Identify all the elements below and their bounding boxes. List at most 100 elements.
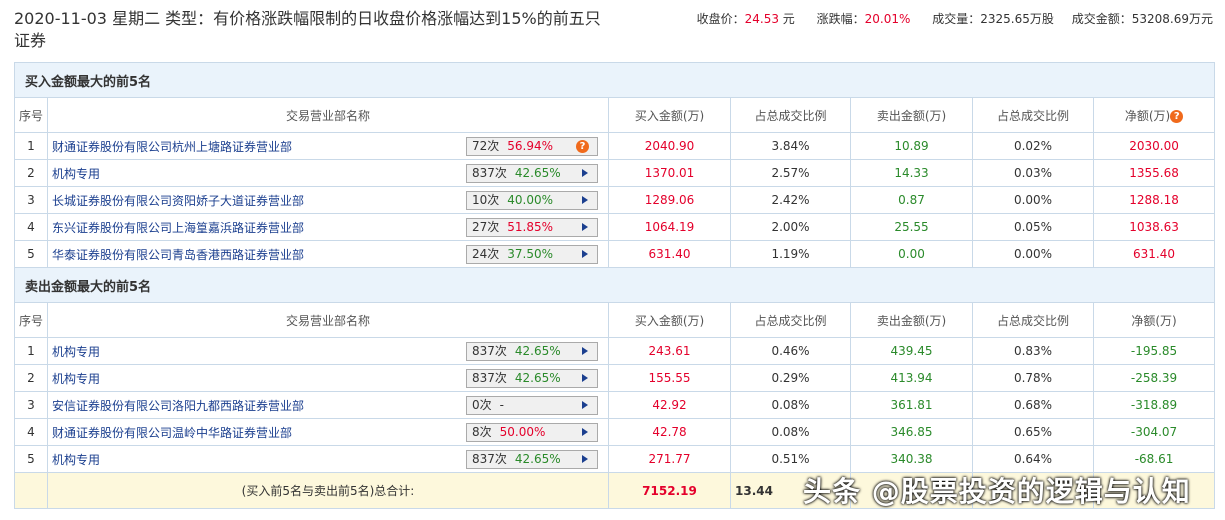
win-rate: 37.50% [507,247,554,261]
net-amount: -68.61 [1092,445,1216,473]
sell-ratio: 0.00% [972,240,1094,268]
column-header: 占总成交比例 [730,302,851,338]
times: 837次 [472,371,507,385]
rank: 5 [14,240,48,268]
sell-ratio: 0.64% [972,445,1094,473]
arrow-right-icon[interactable] [582,223,588,231]
times: 837次 [472,344,507,358]
column-header: 占总成交比例 [972,97,1094,133]
buy-amount: 42.92 [608,391,731,419]
win-rate: 40.00% [507,193,554,207]
amount-value: 53208.69万元 [1131,12,1213,26]
rank: 2 [14,364,48,392]
change-label: 涨跌幅： [816,12,865,26]
arrow-right-icon[interactable] [582,428,588,436]
buy-amount: 1289.06 [608,186,731,214]
buy-ratio: 2.00% [730,213,851,241]
column-header: 净额(万) [1092,302,1216,338]
column-header: 交易营业部名称 [47,97,609,133]
help-icon[interactable]: ? [1170,109,1184,123]
buy-amount: 631.40 [608,240,731,268]
section-header-buy: 买入金额最大的前5名 [13,62,1216,98]
broker-stats-button[interactable]: 27次 51.85% [466,218,598,237]
win-rate: 42.65% [514,166,561,180]
net-amount: -304.07 [1092,418,1216,446]
broker-link[interactable]: 东兴证券股份有限公司上海篁嘉浜路证券营业部 [52,221,304,235]
column-header: 占总成交比例 [972,302,1094,338]
broker-link[interactable]: 财通证券股份有限公司温岭中华路证券营业部 [52,426,292,440]
rank: 3 [14,186,48,214]
watermark: 头条 @股票投资的逻辑与认知 [803,475,1191,508]
sell-ratio: 0.00% [972,186,1094,214]
sell-amount: 0.87 [850,186,973,214]
section-header-sell: 卖出金额最大的前5名 [13,267,1216,303]
column-header-row: 序号 交易营业部名称 买入金额(万) 占总成交比例 卖出金额(万) 占总成交比例 净额(万) [14,302,1216,338]
net-amount: -195.85 [1092,337,1216,365]
sell-amount: 439.45 [850,337,973,365]
change-value: 20.01% [864,12,911,26]
column-header: 买入金额(万) [608,302,731,338]
arrow-right-icon[interactable] [582,196,588,204]
column-header: 卖出金额(万) [850,97,973,133]
buy-amount: 155.55 [608,364,731,392]
sell-amount: 413.94 [850,364,973,392]
broker-link[interactable]: 机构专用 [52,167,100,181]
broker-stats-button[interactable]: 837次 42.65% [466,342,598,361]
broker-link[interactable]: 安信证券股份有限公司洛阳九都西路证券营业部 [52,399,304,413]
close-label: 收盘价： [696,12,745,26]
rank: 4 [14,213,48,241]
volume-value: 2325.65万股 [980,12,1054,26]
times: 27次 [472,220,500,234]
total-buy: 7152.19 [608,472,731,509]
times: 837次 [472,452,507,466]
arrow-right-icon[interactable] [582,250,588,258]
broker-link[interactable]: 华泰证券股份有限公司青岛香港西路证券营业部 [52,248,304,262]
buy-ratio: 0.46% [730,337,851,365]
broker-stats-button[interactable]: 24次 37.50% [466,245,598,264]
broker-stats-button[interactable]: 837次 42.65% [466,450,598,469]
buy-amount: 2040.90 [608,132,731,160]
broker-link[interactable]: 财通证券股份有限公司杭州上塘路证券营业部 [52,140,292,154]
net-amount: 2030.00 [1092,132,1216,160]
buy-ratio: 0.51% [730,445,851,473]
broker-link[interactable]: 长城证券股份有限公司资阳娇子大道证券营业部 [52,194,304,208]
arrow-right-icon[interactable] [582,169,588,177]
broker-stats-button[interactable]: 837次 42.65% [466,369,598,388]
stock-stats: 收盘价：24.53 元 涨跌幅：20.01% 成交量：2325.65万股 成交金… [697,10,1213,27]
net-amount: -258.39 [1092,364,1216,392]
arrow-right-icon[interactable] [582,401,588,409]
help-icon[interactable]: ? [576,140,589,153]
buy-amount: 243.61 [608,337,731,365]
buy-amount: 1370.01 [608,159,731,187]
buy-amount: 271.77 [608,445,731,473]
broker-stats-button[interactable]: 72次 56.94%? [466,137,598,156]
broker-link[interactable]: 机构专用 [52,453,100,467]
sell-amount: 346.85 [850,418,973,446]
buy-ratio: 0.08% [730,391,851,419]
sell-amount: 25.55 [850,213,973,241]
broker-stats-button[interactable]: 837次 42.65% [466,164,598,183]
sell-amount: 0.00 [850,240,973,268]
net-amount: 1355.68 [1092,159,1216,187]
column-header: 序号 [14,97,48,133]
arrow-right-icon[interactable] [582,455,588,463]
rank: 2 [14,159,48,187]
broker-link[interactable]: 机构专用 [52,345,100,359]
rank: 3 [14,391,48,419]
arrow-right-icon[interactable] [582,347,588,355]
times: 24次 [472,247,500,261]
volume-label: 成交量： [932,12,981,26]
times: 8次 [472,425,492,439]
broker-stats-button[interactable]: 8次 50.00% [466,423,598,442]
broker-stats-button[interactable]: 10次 40.00% [466,191,598,210]
broker-link[interactable]: 机构专用 [52,372,100,386]
close-price: 24.53 元 [744,12,795,26]
total-label: (买入前5名与卖出前5名)总合计: [47,472,609,509]
table-row: 5 机构专用 837次 42.65% 271.77 0.51% 340.38 0.… [14,445,1216,473]
amount-label: 成交金额： [1071,12,1132,26]
arrow-right-icon[interactable] [582,374,588,382]
broker-stats-button[interactable]: 0次 - [466,396,598,415]
sell-ratio: 0.03% [972,159,1094,187]
times: 0次 [472,398,492,412]
win-rate: 42.65% [514,344,561,358]
